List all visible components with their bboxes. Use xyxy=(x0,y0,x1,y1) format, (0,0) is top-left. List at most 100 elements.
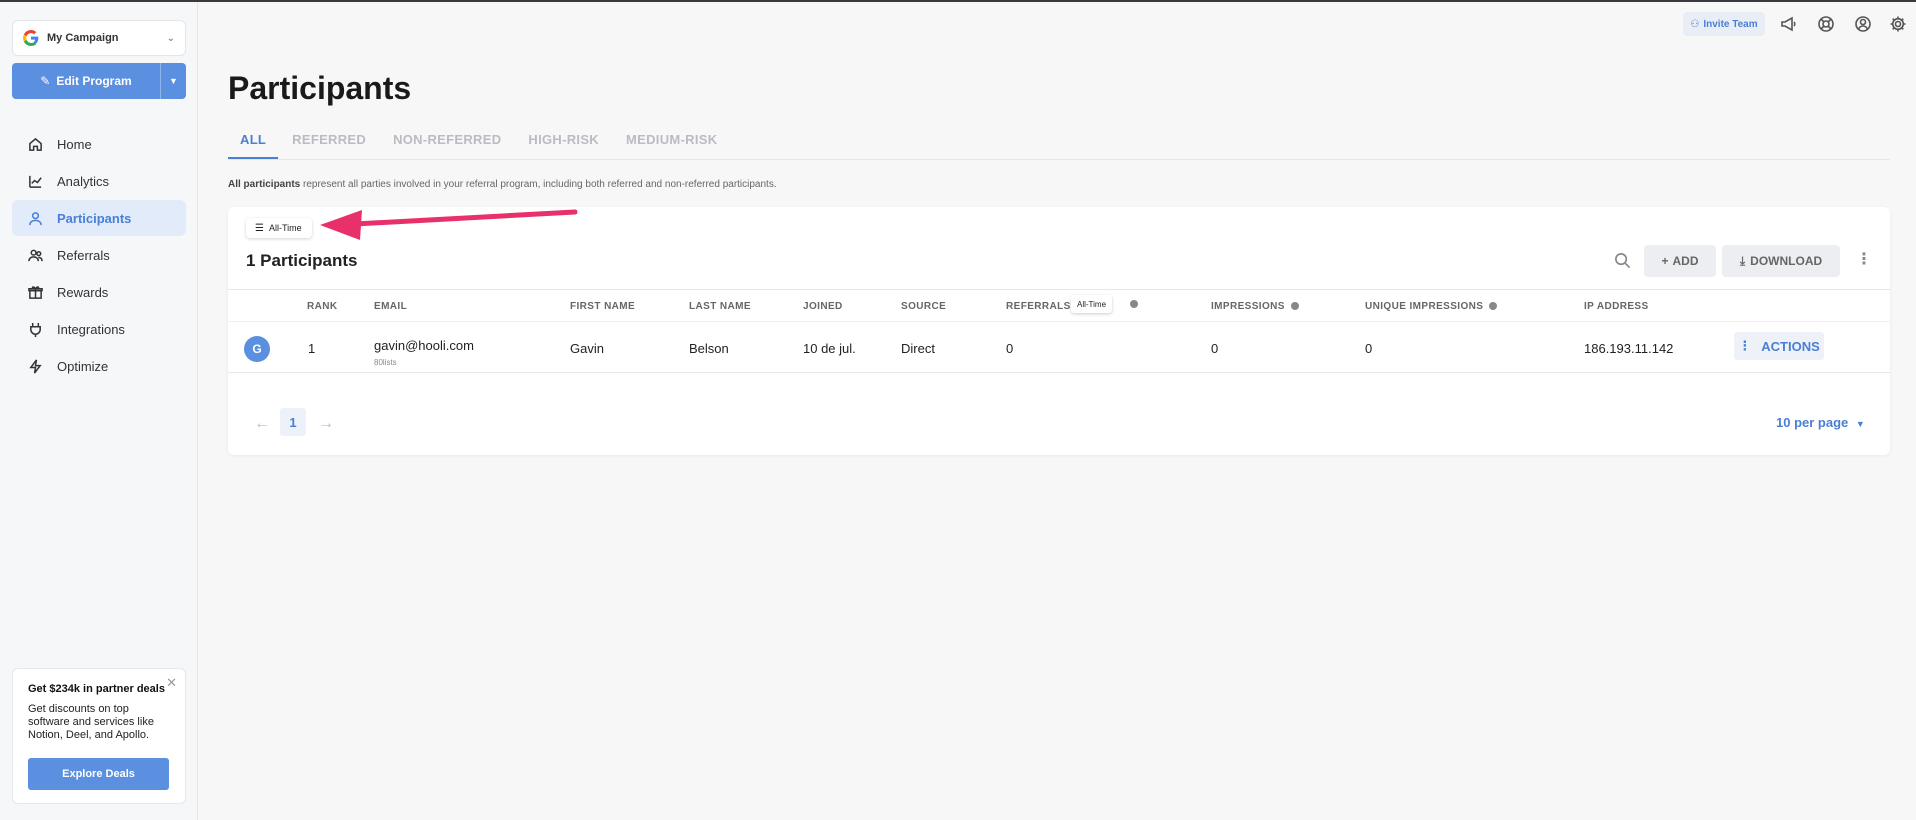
info-icon[interactable] xyxy=(1290,302,1299,310)
page-number-button[interactable]: 1 xyxy=(280,408,306,436)
promo-text: Get discounts on top software and servic… xyxy=(28,703,154,741)
column-unique-impressions-label: UNIQUE IMPRESSIONS xyxy=(1365,301,1484,312)
next-page-arrow-icon[interactable]: → xyxy=(318,415,334,433)
cell-joined: 10 de jul. xyxy=(803,341,856,356)
cell-ip-address: 186.193.11.142 xyxy=(1584,341,1674,356)
sidebar-item-analytics[interactable]: Analytics xyxy=(12,163,186,199)
explore-deals-button[interactable]: Explore Deals xyxy=(28,758,169,790)
avatar: G xyxy=(244,336,270,362)
actions-label: ACTIONS xyxy=(1761,338,1820,354)
search-icon[interactable] xyxy=(1614,252,1632,270)
window-top-border xyxy=(0,0,1916,2)
download-label: DOWNLOAD xyxy=(1750,254,1823,268)
edit-program-button[interactable]: ✎ Edit Program xyxy=(12,63,160,99)
column-referrals[interactable]: REFERRALS xyxy=(1006,301,1071,312)
pencil-icon: ✎ xyxy=(40,74,51,88)
user-icon xyxy=(29,211,42,225)
sidebar-item-optimize[interactable]: Optimize xyxy=(12,348,186,384)
caret-down-icon: ▼ xyxy=(1855,419,1865,429)
account-icon[interactable] xyxy=(1854,15,1872,33)
invite-team-button[interactable]: ⚇ Invite Team xyxy=(1683,12,1765,36)
sidebar-item-label: Optimize xyxy=(57,358,109,374)
column-rank[interactable]: RANK xyxy=(307,301,338,312)
table-header: RANK EMAIL FIRST NAME LAST NAME JOINED S… xyxy=(228,289,1890,321)
sidebar-nav: Home Analytics Participants Referrals Re… xyxy=(12,126,186,385)
analytics-icon xyxy=(29,175,42,188)
edit-program-group: ✎ Edit Program ▼ xyxy=(12,63,186,99)
referrals-time-badge[interactable]: All-Time xyxy=(1071,295,1113,313)
sidebar-item-home[interactable]: Home xyxy=(12,126,186,162)
help-lifebuoy-icon[interactable] xyxy=(1817,15,1835,33)
sidebar-item-label: Analytics xyxy=(57,173,110,189)
description-text: represent all parties involved in your r… xyxy=(300,179,777,190)
cell-email[interactable]: gavin@hooli.com xyxy=(374,338,474,353)
chevron-down-icon: ⌄ xyxy=(166,32,175,44)
referrals-info[interactable] xyxy=(1124,299,1138,310)
edit-program-dropdown-button[interactable]: ▼ xyxy=(160,63,186,99)
column-last-name[interactable]: LAST NAME xyxy=(689,301,751,312)
prev-page-arrow-icon[interactable]: ← xyxy=(254,415,270,433)
sidebar-item-label: Participants xyxy=(57,210,132,226)
column-source[interactable]: SOURCE xyxy=(901,301,946,312)
sidebar: My Campaign ⌄ ✎ Edit Program ▼ Home Anal… xyxy=(0,2,198,820)
home-icon xyxy=(29,137,42,151)
participant-count: 1 Participants xyxy=(246,251,358,270)
column-impressions[interactable]: IMPRESSIONS xyxy=(1211,301,1299,312)
person-add-icon: ⚇ xyxy=(1690,18,1700,30)
more-options-icon[interactable]: ⋮ xyxy=(1856,251,1872,269)
megaphone-icon[interactable] xyxy=(1780,15,1798,33)
tab-non-referred[interactable]: NON-REFERRED xyxy=(393,126,501,159)
invite-team-label: Invite Team xyxy=(1703,18,1758,30)
promo-title: Get $234k in partner deals xyxy=(28,683,165,695)
info-icon[interactable] xyxy=(1130,300,1138,308)
participant-tabs: ALL REFERRED NON-REFERRED HIGH-RISK MEDI… xyxy=(228,126,1890,160)
column-joined[interactable]: JOINED xyxy=(803,301,843,312)
time-filter-label: All-Time xyxy=(268,223,302,233)
settings-gear-icon[interactable] xyxy=(1889,15,1907,33)
column-email[interactable]: EMAIL xyxy=(374,301,407,312)
bolt-icon xyxy=(29,358,42,374)
cell-impressions: 0 xyxy=(1211,341,1219,356)
tab-medium-risk[interactable]: MEDIUM-RISK xyxy=(626,126,717,159)
tab-high-risk[interactable]: HIGH-RISK xyxy=(528,126,599,159)
cell-source: Direct xyxy=(901,341,935,356)
cell-email-sub: 80lists xyxy=(374,358,397,367)
cell-unique-impressions: 0 xyxy=(1365,341,1373,356)
sidebar-item-label: Home xyxy=(57,136,92,152)
sidebar-item-participants[interactable]: Participants xyxy=(12,200,186,236)
add-participant-button[interactable]: + ADD xyxy=(1644,245,1716,277)
gift-icon xyxy=(28,285,43,299)
column-unique-impressions[interactable]: UNIQUE IMPRESSIONS xyxy=(1365,301,1498,312)
column-ip-address[interactable]: IP ADDRESS xyxy=(1584,301,1649,312)
sidebar-item-referrals[interactable]: Referrals xyxy=(12,237,186,273)
edit-program-label: Edit Program xyxy=(56,74,132,88)
download-icon: ⤓ xyxy=(1739,253,1746,268)
cell-referrals: 0 xyxy=(1006,341,1014,356)
list-icon: ☰ xyxy=(255,222,264,234)
cell-rank: 1 xyxy=(308,341,316,356)
tab-all[interactable]: ALL xyxy=(228,126,279,159)
sidebar-item-integrations[interactable]: Integrations xyxy=(12,311,186,347)
cell-first-name: Gavin xyxy=(570,341,604,356)
column-first-name[interactable]: FIRST NAME xyxy=(570,301,635,312)
sidebar-item-rewards[interactable]: Rewards xyxy=(12,274,186,310)
tab-referred[interactable]: REFERRED xyxy=(292,126,366,159)
info-icon[interactable] xyxy=(1489,302,1498,310)
annotation-arrow xyxy=(320,209,578,240)
close-icon[interactable]: ✕ xyxy=(166,675,177,691)
actions-button[interactable]: ⋮ ACTIONS xyxy=(1734,332,1824,360)
tab-description: All participants represent all parties i… xyxy=(228,179,777,190)
per-page-select[interactable]: 10 per page ▼ xyxy=(1776,415,1865,430)
plus-icon: + xyxy=(1661,254,1669,268)
campaign-selector[interactable]: My Campaign ⌄ xyxy=(12,20,186,56)
sidebar-item-label: Referrals xyxy=(57,247,110,263)
column-impressions-label: IMPRESSIONS xyxy=(1211,301,1285,312)
download-button[interactable]: ⤓ DOWNLOAD xyxy=(1722,245,1840,277)
users-icon xyxy=(28,249,43,261)
page-title: Participants xyxy=(228,70,412,106)
cell-last-name: Belson xyxy=(689,341,729,356)
table-row[interactable]: G 1 gavin@hooli.com 80lists Gavin Belson… xyxy=(228,321,1890,373)
google-logo-icon xyxy=(23,30,39,46)
kebab-icon: ⋮ xyxy=(1738,338,1752,353)
add-label: ADD xyxy=(1672,254,1699,268)
